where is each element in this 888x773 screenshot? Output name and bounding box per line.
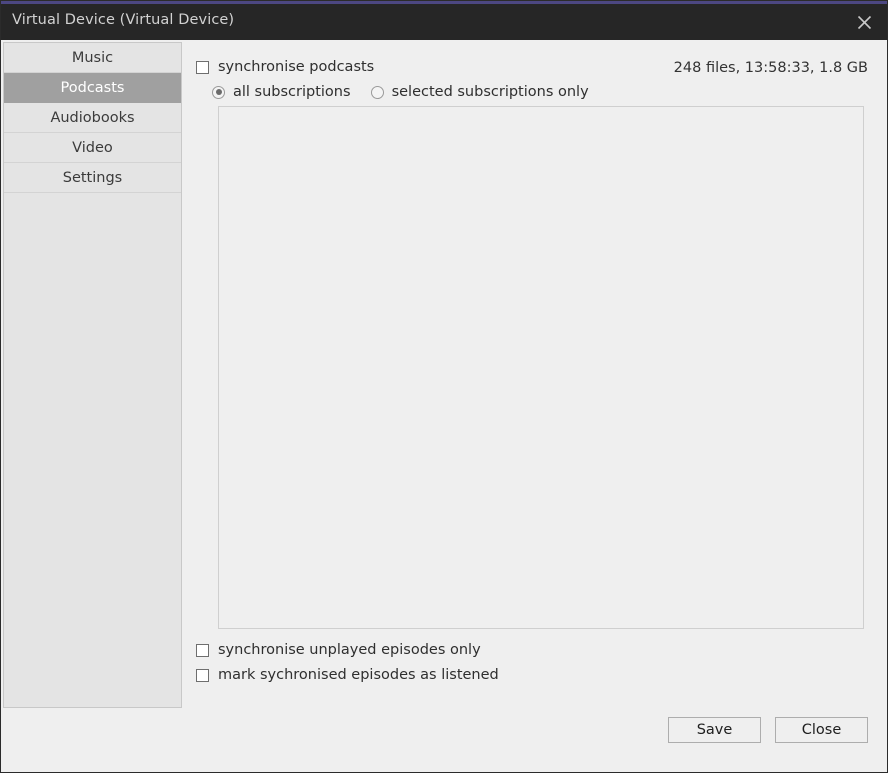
sidebar-nav: Music Podcasts Audiobooks Video Settings bbox=[3, 42, 182, 708]
save-button[interactable]: Save bbox=[668, 717, 761, 743]
close-button[interactable]: Close bbox=[775, 717, 868, 743]
synchronise-podcasts-row: synchronise podcasts bbox=[196, 59, 374, 75]
radio-all-subscriptions[interactable] bbox=[212, 85, 225, 99]
synchronise-unplayed-episodes-label[interactable]: synchronise unplayed episodes only bbox=[218, 642, 481, 658]
sidebar-item-label: Podcasts bbox=[60, 80, 125, 96]
sidebar-item-music[interactable]: Music bbox=[4, 43, 181, 73]
close-icon bbox=[857, 15, 872, 30]
unplayed-episodes-row: synchronise unplayed episodes only bbox=[196, 642, 481, 658]
sidebar-item-label: Music bbox=[71, 50, 114, 66]
close-window-button[interactable] bbox=[841, 4, 887, 40]
synchronise-unplayed-episodes-checkbox[interactable] bbox=[196, 643, 209, 657]
sidebar-item-video[interactable]: Video bbox=[4, 133, 181, 163]
client-area: Music Podcasts Audiobooks Video Settings… bbox=[1, 40, 887, 772]
synchronise-podcasts-label[interactable]: synchronise podcasts bbox=[218, 59, 374, 75]
library-summary-text: 248 files, 13:58:33, 1.8 GB bbox=[673, 60, 868, 76]
mark-as-listened-row: mark sychronised episodes as listened bbox=[196, 667, 499, 683]
radio-all-subscriptions-label[interactable]: all subscriptions bbox=[233, 84, 351, 100]
sidebar-item-label: Video bbox=[72, 140, 113, 156]
mark-synchronised-as-listened-label[interactable]: mark sychronised episodes as listened bbox=[218, 667, 499, 683]
radio-selected-subscriptions-only-label[interactable]: selected subscriptions only bbox=[392, 84, 589, 100]
podcasts-pane: synchronise podcasts 248 files, 13:58:33… bbox=[182, 42, 885, 772]
sidebar-item-label: Settings bbox=[62, 170, 123, 186]
sidebar-item-podcasts[interactable]: Podcasts bbox=[4, 73, 181, 103]
radio-selected-subscriptions-only[interactable] bbox=[370, 85, 384, 99]
sidebar-item-audiobooks[interactable]: Audiobooks bbox=[4, 103, 181, 133]
sidebar-item-label: Audiobooks bbox=[50, 110, 135, 126]
title-bar[interactable]: Virtual Device (Virtual Device) bbox=[1, 4, 887, 40]
sidebar-item-settings[interactable]: Settings bbox=[4, 163, 181, 193]
dialog-window: Virtual Device (Virtual Device) Music Po… bbox=[0, 0, 888, 773]
subscriptions-list[interactable] bbox=[218, 106, 864, 629]
synchronise-podcasts-checkbox[interactable] bbox=[196, 60, 209, 74]
dialog-button-bar: Save Close bbox=[668, 717, 868, 743]
window-title: Virtual Device (Virtual Device) bbox=[12, 12, 235, 28]
subscription-scope-radiogroup: all subscriptions selected subscriptions… bbox=[212, 84, 609, 100]
mark-synchronised-as-listened-checkbox[interactable] bbox=[196, 668, 209, 682]
